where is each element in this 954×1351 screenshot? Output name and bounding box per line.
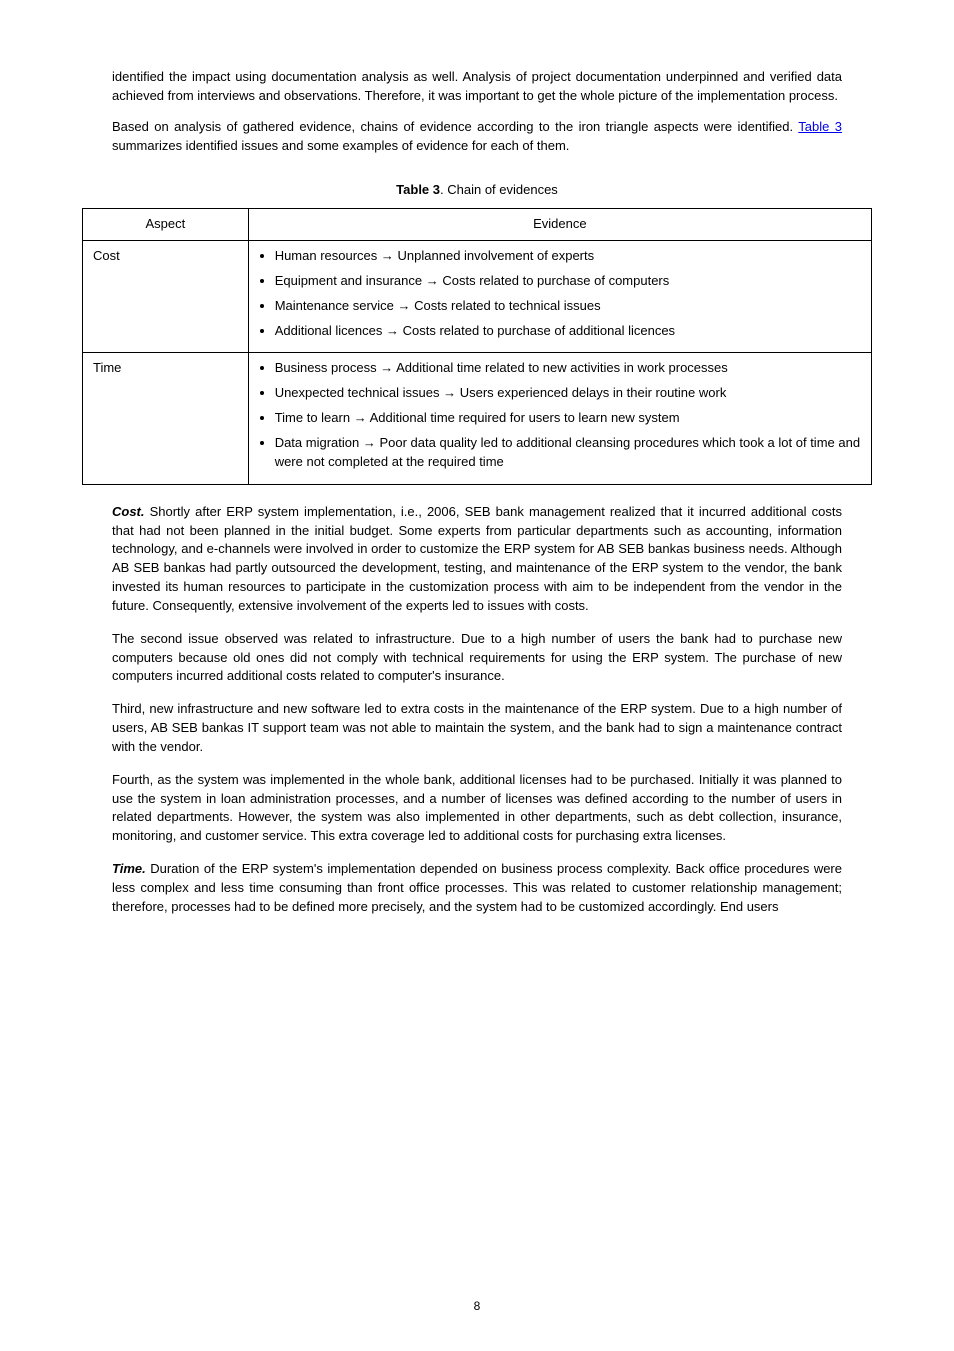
arrow-icon: → (380, 360, 393, 375)
consequence-text: Users experienced delays in their routin… (460, 385, 727, 400)
table-3-link[interactable]: Table 3 (798, 119, 842, 134)
cost-label: Cost. (112, 504, 145, 519)
list-item: Maintenance service → Costs related to t… (275, 297, 861, 316)
evidence-time: Business process → Additional time relat… (248, 353, 871, 484)
body-section: Cost. Shortly after ERP system implement… (82, 503, 872, 917)
issue-text: Data migration (275, 435, 360, 450)
table-row: Cost Human resources → Unplanned involve… (83, 241, 872, 353)
table-caption: Table 3. Chain of evidences (82, 181, 872, 200)
arrow-icon: → (426, 273, 439, 288)
consequence-text: Costs related to purchase of computers (442, 273, 669, 288)
table-row: Time Business process → Additional time … (83, 353, 872, 484)
intro-p2-before: Based on analysis of gathered evidence, … (112, 119, 798, 134)
arrow-icon: → (386, 323, 399, 338)
list-item: Business process → Additional time relat… (275, 359, 861, 378)
evidence-table: Aspect Evidence Cost Human resources → U… (82, 208, 872, 484)
table-caption-text: . Chain of evidences (440, 182, 558, 197)
time-text: Duration of the ERP system's implementat… (112, 861, 842, 914)
time-label: Time. (112, 861, 146, 876)
intro-section: identified the impact using documentatio… (82, 68, 872, 155)
list-item: Time to learn → Additional time required… (275, 409, 861, 428)
issue-text: Unexpected technical issues (275, 385, 440, 400)
aspect-time: Time (83, 353, 249, 484)
aspect-cost: Cost (83, 241, 249, 353)
consequence-text: Unplanned involvement of experts (398, 248, 595, 263)
page-footer: 8 (0, 1298, 954, 1315)
consequence-text: Costs related to purchase of additional … (403, 323, 675, 338)
header-aspect: Aspect (83, 209, 249, 241)
list-item: Human resources → Unplanned involvement … (275, 247, 861, 266)
intro-p2-after: summarizes identified issues and some ex… (112, 138, 569, 153)
list-item: Data migration → Poor data quality led t… (275, 434, 861, 472)
consequence-text: Additional time required for users to le… (370, 410, 680, 425)
list-item: Additional licences → Costs related to p… (275, 322, 861, 341)
cost-text: Shortly after ERP system implementation,… (112, 504, 842, 613)
arrow-icon: → (398, 298, 411, 313)
issue-text: Equipment and insurance (275, 273, 422, 288)
issue-text: Maintenance service (275, 298, 394, 313)
arrow-icon: → (381, 248, 394, 263)
page-number: 8 (474, 1299, 481, 1313)
list-item: Equipment and insurance → Costs related … (275, 272, 861, 291)
issue-text: Additional licences (275, 323, 383, 338)
body-paragraph-4: Fourth, as the system was implemented in… (112, 771, 842, 846)
table-caption-label: Table 3 (396, 182, 440, 197)
arrow-icon: → (363, 435, 376, 450)
intro-paragraph-1: identified the impact using documentatio… (112, 68, 842, 106)
list-item: Unexpected technical issues → Users expe… (275, 384, 861, 403)
consequence-text: Additional time related to new activitie… (396, 360, 728, 375)
arrow-icon: → (443, 385, 456, 400)
body-paragraph-time: Time. Duration of the ERP system's imple… (112, 860, 842, 917)
issue-text: Business process (275, 360, 377, 375)
issue-text: Human resources (275, 248, 378, 263)
body-paragraph-2: The second issue observed was related to… (112, 630, 842, 687)
table-header-row: Aspect Evidence (83, 209, 872, 241)
body-paragraph-cost: Cost. Shortly after ERP system implement… (112, 503, 842, 616)
arrow-icon: → (354, 410, 367, 425)
consequence-text: Costs related to technical issues (414, 298, 600, 313)
header-evidence: Evidence (248, 209, 871, 241)
body-paragraph-3: Third, new infrastructure and new softwa… (112, 700, 842, 757)
issue-text: Time to learn (275, 410, 350, 425)
intro-paragraph-2: Based on analysis of gathered evidence, … (112, 118, 842, 156)
evidence-cost: Human resources → Unplanned involvement … (248, 241, 871, 353)
